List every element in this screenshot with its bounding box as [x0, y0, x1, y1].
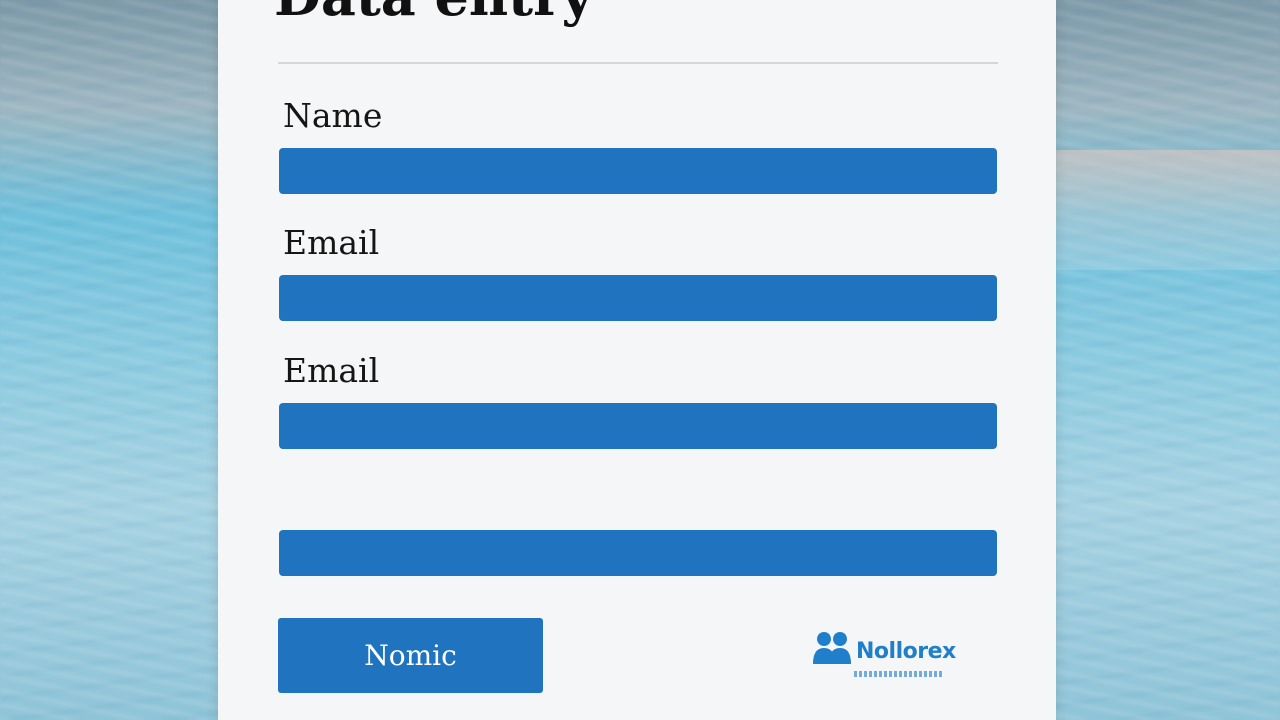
title-divider: [278, 62, 998, 64]
logo-text: Nollorex: [856, 639, 956, 664]
email-input[interactable]: [279, 275, 997, 321]
form-title: Data entry: [274, 0, 593, 28]
submit-button[interactable]: Nomic: [278, 618, 543, 693]
email-label-2: Email: [283, 351, 380, 390]
email-input-2[interactable]: [279, 403, 997, 449]
unlabeled-input[interactable]: [279, 530, 997, 576]
name-label: Name: [283, 96, 383, 135]
name-input[interactable]: [279, 148, 997, 194]
email-label: Email: [283, 223, 380, 262]
logo-tagline-mark: [854, 671, 942, 677]
background-highlight: [1056, 150, 1280, 270]
brand-logo: Nollorex: [812, 628, 992, 684]
form-card: Data entry Name Email Email Nomic Nollor…: [218, 0, 1056, 720]
people-icon: [813, 632, 851, 664]
